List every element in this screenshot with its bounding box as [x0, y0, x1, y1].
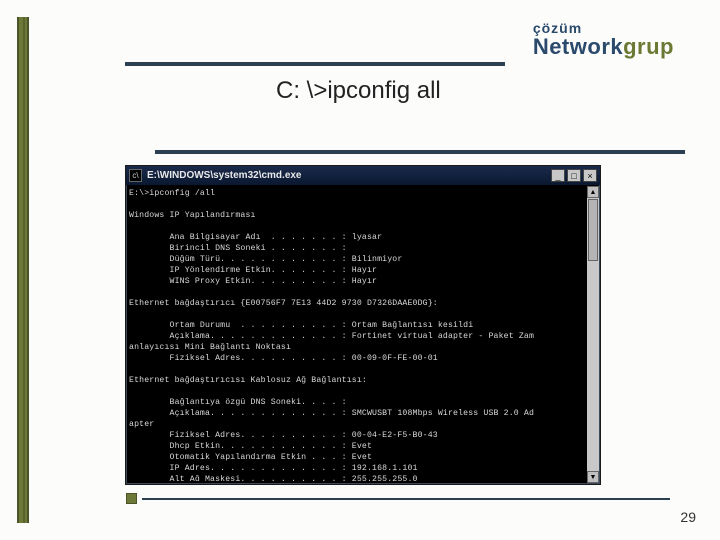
- cmd-window: c\ E:\WINDOWS\system32\cmd.exe _ □ × E:\…: [125, 165, 601, 485]
- minimize-button[interactable]: _: [551, 169, 565, 182]
- slide-left-border: [17, 17, 29, 523]
- brand-logo-bottom: Networkgrup: [533, 34, 674, 60]
- logo-word-1: Network: [533, 34, 623, 59]
- scroll-thumb[interactable]: [588, 199, 598, 261]
- footer-line: [142, 498, 670, 500]
- cmd-scrollbar[interactable]: ▲ ▼: [587, 186, 599, 483]
- brand-logo: çözüm Networkgrup: [533, 20, 674, 60]
- cmd-output[interactable]: E:\>ipconfig /all Windows IP Yapılandırm…: [129, 188, 586, 481]
- footer-accent-square: [126, 493, 137, 504]
- close-button[interactable]: ×: [583, 169, 597, 182]
- page-title: C: \>ipconfig all: [276, 77, 441, 105]
- page-number: 29: [680, 509, 696, 525]
- hr-mid: [155, 150, 685, 154]
- hr-top: [125, 62, 505, 66]
- scroll-up-button[interactable]: ▲: [587, 186, 599, 198]
- logo-word-2: grup: [623, 34, 674, 59]
- scroll-down-button[interactable]: ▼: [587, 471, 599, 483]
- cmd-icon: c\: [129, 169, 142, 182]
- cmd-title-text: E:\WINDOWS\system32\cmd.exe: [147, 170, 549, 181]
- cmd-titlebar[interactable]: c\ E:\WINDOWS\system32\cmd.exe _ □ ×: [126, 166, 600, 185]
- maximize-button[interactable]: □: [567, 169, 581, 182]
